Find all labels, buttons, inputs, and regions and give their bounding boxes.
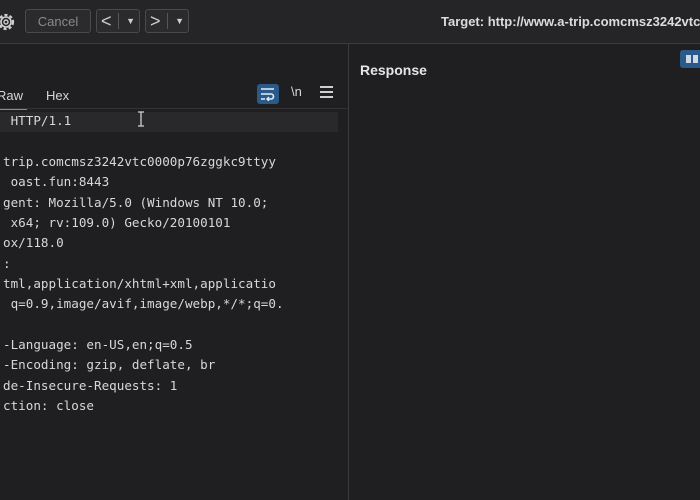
tab-hex[interactable]: Hex [46,88,69,103]
top-toolbar: Cancel < ▼ > ▼ Target: http://www.a-trip… [0,0,700,44]
editor-line: ction: close [3,398,94,413]
response-title: Response [360,62,427,78]
editor-line: : [3,256,11,271]
editor-line: HTTP/1.1 [3,113,72,128]
text-cursor-icon [138,111,144,127]
editor-line: x64; rv:109.0) Gecko/20100101 [3,215,231,230]
forward-arrow-icon: > [150,11,161,31]
chevron-down-icon[interactable]: ▼ [175,16,184,26]
button-separator [167,13,169,29]
gear-icon[interactable] [0,10,18,34]
editor-line: ox/118.0 [3,235,64,250]
target-url[interactable]: Target: http://www.a-trip.comcmsz3242vtc [441,14,700,29]
layout-columns-icon [686,55,691,63]
layout-toggle-button[interactable] [680,50,700,68]
editor-line: -Encoding: gzip, deflate, br [3,357,216,372]
editor-line: tml,application/xhtml+xml,applicatio [3,276,276,291]
chevron-down-icon[interactable]: ▼ [126,16,135,26]
editor-line: gent: Mozilla/5.0 (Windows NT 10.0; [3,195,269,210]
hamburger-menu-icon[interactable] [320,86,333,100]
word-wrap-icon [261,88,275,101]
editor-line: oast.fun:8443 [3,174,110,189]
word-wrap-button[interactable] [257,84,279,104]
tab-raw[interactable]: Raw [0,88,28,110]
editor-line: trip.comcmsz3242vtc0000p76zggkc9ttyy [3,154,276,169]
layout-columns-icon [693,55,698,63]
editor-line: de-Insecure-Requests: 1 [3,378,178,393]
back-arrow-icon: < [101,11,112,31]
pane-divider[interactable] [348,43,349,500]
editor-line: -Language: en-US,en;q=0.5 [3,337,193,352]
tabs-divider [0,108,348,109]
cancel-button[interactable]: Cancel [25,9,91,33]
forward-button[interactable]: > ▼ [145,9,189,33]
editor-line: q=0.9,image/avif,image/webp,*/*;q=0. [3,296,284,311]
show-newlines-button[interactable]: \n [291,84,302,99]
back-button[interactable]: < ▼ [96,9,140,33]
button-separator [118,13,120,29]
